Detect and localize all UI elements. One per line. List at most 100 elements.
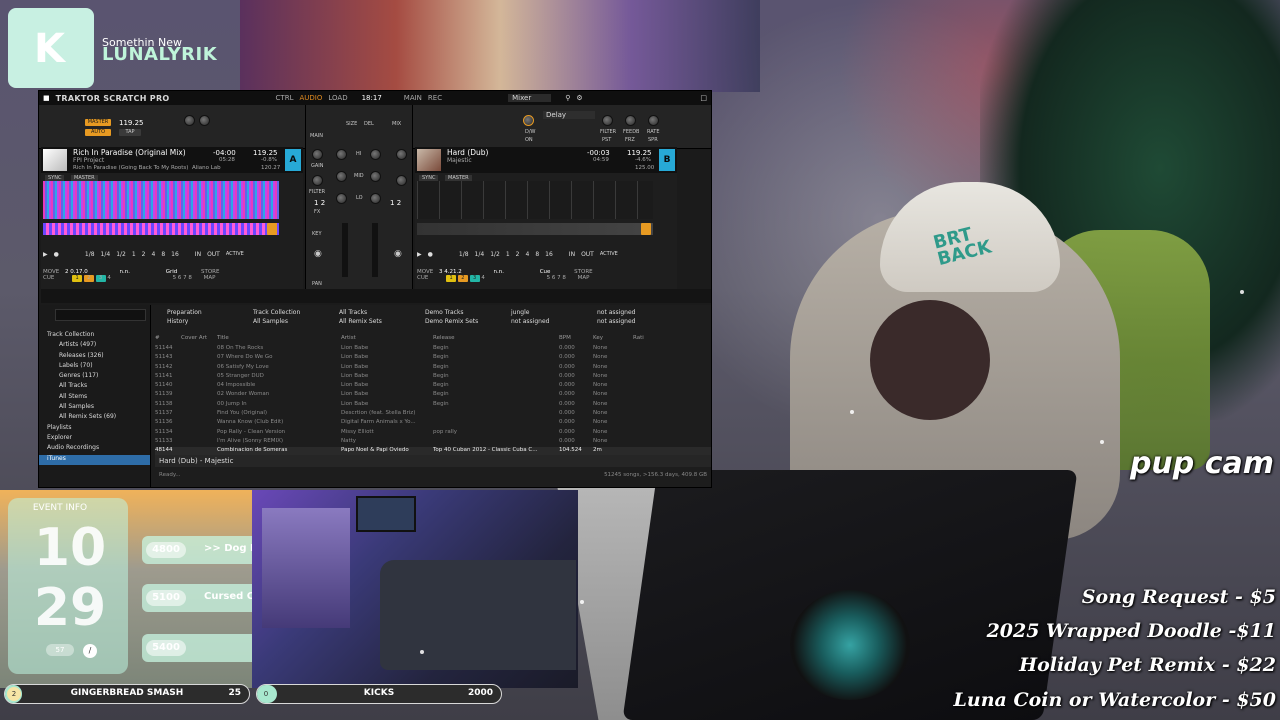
loop-size-8[interactable]: 8 [161,251,165,258]
filter-knob-b[interactable] [396,175,407,186]
hotcue-4[interactable]: 4 [107,275,111,281]
headphones-icon-a[interactable]: ◉ [314,249,322,259]
tree-item[interactable]: All Remix Sets (69) [39,413,150,423]
tree-item[interactable]: Labels (70) [39,362,150,372]
mid-knob-b[interactable] [370,171,381,182]
loop-in-button[interactable]: IN [195,251,201,258]
tree-item[interactable]: Explorer [39,434,150,444]
fx-knob-2[interactable] [199,115,210,126]
fx-pst-button[interactable]: PST [602,137,611,143]
tree-item[interactable]: iTunes [39,454,150,465]
column-header[interactable]: Key [593,335,633,345]
favorite-item[interactable]: Track Collection [253,309,300,316]
column-header[interactable]: Cover Art [181,335,217,345]
loop-active-button[interactable]: ACTIVE [226,251,244,257]
loop-size-1[interactable]: 1 [132,251,136,258]
favorite-item[interactable]: not assigned [597,318,635,325]
table-row[interactable]: 51133 I'm Alive (Sonny REMIX) Natty 0.000 No… [155,438,711,447]
column-header[interactable]: Title [217,335,341,345]
search-icon[interactable]: ⚲ [565,94,570,102]
favorite-item[interactable]: not assigned [511,318,549,325]
play-icon[interactable]: ▶ [43,251,48,258]
loop-size-16[interactable]: 16 [171,251,179,258]
favorite-item[interactable]: Demo Tracks [425,309,464,316]
fx-on-label[interactable]: ON [525,137,533,143]
hotcue-8[interactable]: 8 [188,275,192,281]
hotcue-6[interactable]: 6 [552,275,556,281]
fx-tap-button[interactable]: TAP [119,129,141,136]
cue-icon[interactable]: ● [428,251,433,258]
gain-knob-b[interactable] [396,149,407,160]
loop-size-8[interactable]: 8 [535,251,539,258]
tree-item[interactable]: Playlists [39,424,150,434]
tree-item[interactable]: Genres (117) [39,372,150,382]
tree-item[interactable]: All Stems [39,393,150,403]
loop-active-button[interactable]: ACTIVE [600,251,618,257]
hotcue-2[interactable]: 2 [457,275,468,282]
loop-size-1-2[interactable]: 1/2 [116,251,126,258]
gain-knob-a[interactable] [312,149,323,160]
deck-b-letter[interactable]: B [659,149,675,171]
loop-out-button[interactable]: OUT [207,251,220,258]
gear-icon[interactable]: ⚙ [576,94,582,102]
hotcue-6[interactable]: 6 [178,275,182,281]
tree-item[interactable]: Artists (497) [39,341,150,351]
column-header[interactable]: Artist [341,335,433,345]
loop-size-4[interactable]: 4 [526,251,530,258]
hotcue-8[interactable]: 8 [562,275,566,281]
hi-knob-a[interactable] [336,149,347,160]
loop-size-4[interactable]: 4 [152,251,156,258]
fx-spr-button[interactable]: SPR [648,137,658,143]
favorite-item[interactable]: All Tracks [339,309,367,316]
loop-size-1-8[interactable]: 1/8 [85,251,95,258]
table-row[interactable]: 51139 02 Wonder Woman Lion Babe Begin 0.000 N… [155,391,711,400]
deck-a-letter[interactable]: A [285,149,301,171]
hotcue-5[interactable]: 5 [547,275,551,281]
favorite-item[interactable]: History [167,318,188,325]
loop-size-1-2[interactable]: 1/2 [490,251,500,258]
fx-effect-select[interactable]: Delay [543,111,595,119]
fx-auto-button[interactable]: AUTO [85,129,111,136]
table-row[interactable]: 51143 07 Where Do We Go Lion Babe Begin 0.00… [155,354,711,363]
fullscreen-icon[interactable]: □ [700,94,707,102]
loop-size-1-4[interactable]: 1/4 [475,251,485,258]
tree-item[interactable]: Releases (326) [39,352,150,362]
table-row[interactable]: 51137 Find You (Original) Descrtion (feat.… [155,410,711,419]
hotcue-7[interactable]: 7 [557,275,561,281]
favorite-item[interactable]: jungle [511,309,529,316]
channel-fader-b[interactable] [372,223,378,277]
favorite-item[interactable]: Preparation [167,309,202,316]
map-button[interactable]: MAP [578,275,590,281]
deck-a-stripe[interactable] [43,223,279,235]
table-row[interactable]: 51138 00 Jump In Lion Babe Begin 0.000 None [155,401,711,410]
feedback-knob[interactable] [625,115,636,126]
favorite-item[interactable]: Demo Remix Sets [425,318,478,325]
loop-size-16[interactable]: 16 [545,251,553,258]
column-header[interactable]: Release [433,335,559,345]
hotcue-3[interactable]: 3 [469,275,480,282]
tree-item[interactable]: Track Collection [39,331,150,341]
lo-knob-a[interactable] [336,193,347,204]
tree-item[interactable]: All Tracks [39,382,150,392]
browser-search-input[interactable] [55,309,146,321]
fx-assign-b[interactable]: 1 2 [390,199,401,207]
tree-item[interactable]: All Samples [39,403,150,413]
headphones-icon-b[interactable]: ◉ [394,249,402,259]
favorite-item[interactable]: All Remix Sets [339,318,382,325]
favorite-item[interactable]: All Samples [253,318,288,325]
table-row[interactable]: 51140 04 Impossible Lion Babe Begin 0.000 Non… [155,382,711,391]
hotcue-1[interactable]: 1 [72,275,83,282]
rate-knob[interactable] [648,115,659,126]
hi-knob-b[interactable] [370,149,381,160]
loop-size-2[interactable]: 2 [516,251,520,258]
loop-size-2[interactable]: 2 [142,251,146,258]
layout-dropdown[interactable]: Mixer [508,94,552,102]
fx-master-button[interactable]: MASTER [85,119,111,126]
table-row[interactable]: 51141 05 Stranger DUD Lion Babe Begin 0.000 N… [155,373,711,382]
deck-b-waveform[interactable] [417,181,653,219]
mid-knob-a[interactable] [336,171,347,182]
loop-size-1-4[interactable]: 1/4 [101,251,111,258]
lo-knob-b[interactable] [370,193,381,204]
column-header[interactable]: BPM [559,335,593,345]
fx-frz-button[interactable]: FRZ [625,137,635,143]
